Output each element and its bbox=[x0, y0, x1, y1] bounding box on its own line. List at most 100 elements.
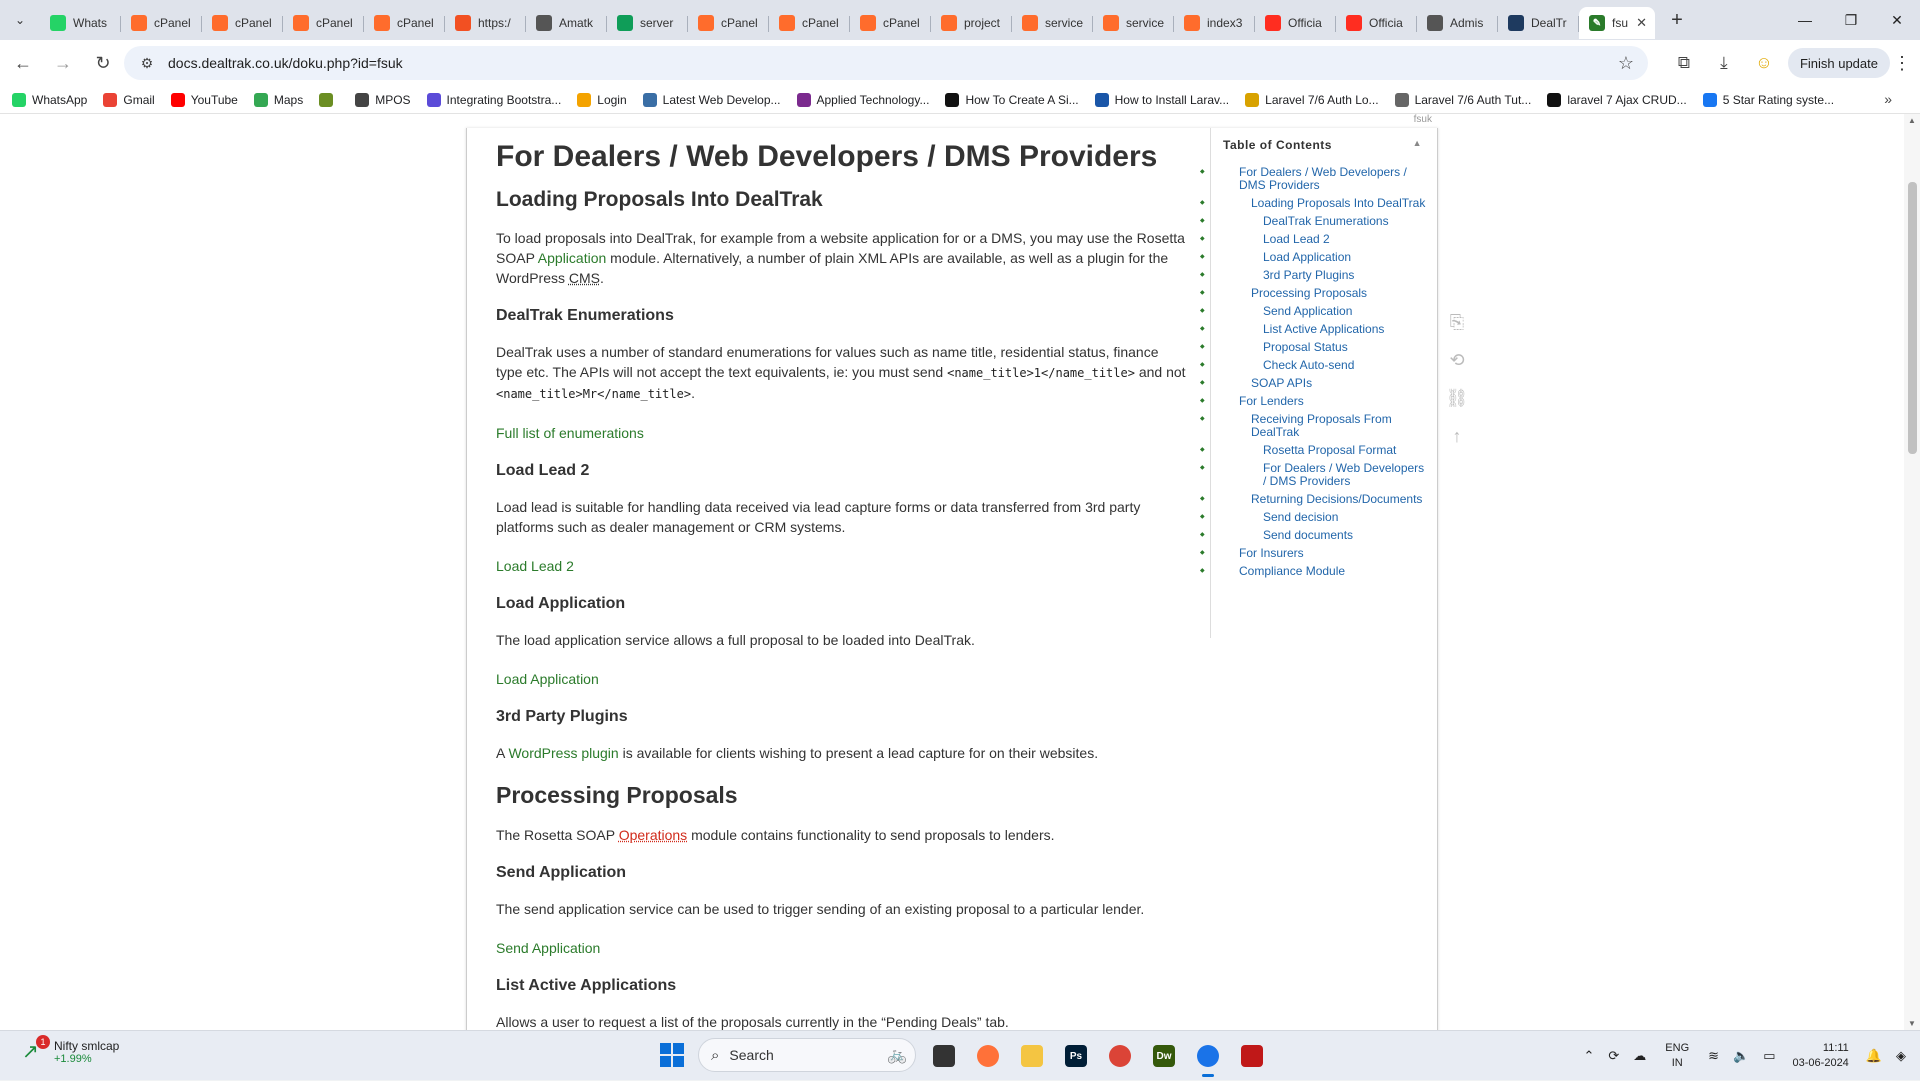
bookmark-item[interactable]: Laravel 7/6 Auth Tut... bbox=[1394, 92, 1531, 107]
minimize-button[interactable]: — bbox=[1782, 0, 1828, 40]
enumerations-link[interactable]: Full list of enumerations bbox=[496, 425, 644, 441]
market-widget[interactable]: ↗ 1 Nifty smlcap +1.99% bbox=[22, 1035, 119, 1065]
toc-item[interactable]: List Active Applications bbox=[1200, 323, 1438, 337]
bookmark-star-icon[interactable]: ☆ bbox=[1618, 53, 1634, 74]
browser-tab[interactable]: Officia bbox=[1255, 7, 1336, 39]
wordpress-plugin-link[interactable]: WordPress plugin bbox=[508, 745, 618, 761]
toc-item[interactable]: Send documents bbox=[1200, 529, 1438, 543]
scroll-up-arrow[interactable]: ▲ bbox=[1908, 116, 1916, 125]
bookmark-item[interactable]: WhatsApp bbox=[12, 92, 87, 107]
collapse-icon[interactable]: ▲ bbox=[1413, 138, 1422, 148]
browser-tab[interactable]: https:/ bbox=[445, 7, 526, 39]
reload-button[interactable]: ↻ bbox=[86, 46, 120, 80]
page-scrollbar[interactable]: ▲ ▼ bbox=[1904, 114, 1920, 1030]
toc-item[interactable]: SOAP APIs bbox=[1200, 377, 1438, 391]
copilot-icon[interactable]: ◈ bbox=[1896, 1048, 1906, 1064]
browser-tab[interactable]: service bbox=[1093, 7, 1174, 39]
bookmark-item[interactable]: How to Install Larav... bbox=[1094, 92, 1229, 107]
wifi-icon[interactable]: ≋ bbox=[1708, 1048, 1719, 1064]
load-lead-link[interactable]: Load Lead 2 bbox=[496, 558, 574, 574]
browser-tab[interactable]: DealTr bbox=[1498, 7, 1579, 39]
toc-item[interactable]: 3rd Party Plugins bbox=[1200, 269, 1438, 283]
toc-item[interactable]: Send Application bbox=[1200, 305, 1438, 319]
browser-tab[interactable]: service bbox=[1012, 7, 1093, 39]
toc-item[interactable]: For Insurers bbox=[1200, 547, 1438, 561]
browser-tab[interactable]: cPanel bbox=[688, 7, 769, 39]
tab-search-button[interactable]: ⌄ bbox=[6, 6, 34, 34]
site-info-icon[interactable]: ⚙ bbox=[134, 55, 160, 72]
finish-update-button[interactable]: Finish update bbox=[1787, 48, 1890, 78]
bookmark-item[interactable]: Gmail bbox=[103, 92, 155, 107]
notification-bell-icon[interactable]: 🔔 bbox=[1866, 1048, 1882, 1064]
browser-tab[interactable]: cPanel bbox=[283, 7, 364, 39]
windows-start-button[interactable] bbox=[660, 1043, 684, 1067]
toc-item[interactable]: Load Lead 2 bbox=[1200, 233, 1438, 247]
bookmark-item[interactable]: laravel 7 Ajax CRUD... bbox=[1547, 92, 1687, 107]
bookmark-item[interactable]: Applied Technology... bbox=[796, 92, 929, 107]
toc-item[interactable]: DealTrak Enumerations bbox=[1200, 215, 1438, 229]
more-bookmarks-icon[interactable]: » bbox=[1884, 91, 1892, 107]
load-application-link[interactable]: Load Application bbox=[496, 671, 599, 687]
browser-tab[interactable]: Whats bbox=[40, 7, 121, 39]
browser-tab[interactable]: Officia bbox=[1336, 7, 1417, 39]
close-window-button[interactable]: ✕ bbox=[1874, 0, 1920, 40]
taskbar-app[interactable] bbox=[1230, 1039, 1274, 1073]
application-link[interactable]: Application bbox=[538, 250, 607, 266]
bookmark-item[interactable] bbox=[319, 92, 339, 107]
toc-item[interactable]: For Dealers / Web Developers / DMS Provi… bbox=[1200, 166, 1438, 192]
taskbar-search[interactable]: ⌕ Search 🚲 bbox=[698, 1038, 916, 1072]
bookmark-item[interactable]: Maps bbox=[253, 92, 303, 107]
battery-icon[interactable]: ▭ bbox=[1763, 1048, 1775, 1064]
taskbar-app[interactable] bbox=[1010, 1039, 1054, 1073]
toc-item[interactable]: Proposal Status bbox=[1200, 341, 1438, 355]
toc-item[interactable]: For Dealers / Web Developers / DMS Provi… bbox=[1200, 462, 1438, 488]
toc-item[interactable]: Returning Decisions/Documents bbox=[1200, 493, 1438, 507]
extensions-icon[interactable]: ⧉ bbox=[1664, 53, 1704, 73]
bookmark-item[interactable]: How To Create A Si... bbox=[945, 92, 1079, 107]
tab-active[interactable]: ✎ fsu ✕ bbox=[1579, 7, 1655, 39]
taskbar-app[interactable]: Dw bbox=[1142, 1039, 1186, 1073]
operations-link[interactable]: Operations bbox=[619, 827, 687, 843]
volume-icon[interactable]: 🔈 bbox=[1733, 1048, 1749, 1064]
scroll-down-arrow[interactable]: ▼ bbox=[1908, 1019, 1916, 1028]
sync-icon[interactable]: ⟳ bbox=[1608, 1048, 1619, 1064]
profile-avatar[interactable]: ☺ bbox=[1744, 53, 1784, 73]
bookmark-item[interactable]: MPOS bbox=[355, 92, 411, 107]
download-icon[interactable]: ⤓ bbox=[1704, 53, 1744, 73]
toc-item[interactable]: Load Application bbox=[1200, 251, 1438, 265]
new-tab-button[interactable]: + bbox=[1661, 4, 1693, 36]
maximize-button[interactable]: ❐ bbox=[1828, 0, 1874, 40]
toc-item[interactable]: Compliance Module bbox=[1200, 565, 1438, 579]
browser-tab[interactable]: server bbox=[607, 7, 688, 39]
back-to-top-icon[interactable]: ↑ bbox=[1445, 426, 1469, 450]
language-indicator[interactable]: ENG IN bbox=[1665, 1041, 1689, 1071]
forward-button[interactable]: → bbox=[46, 46, 80, 80]
toc-item[interactable]: Receiving Proposals From DealTrak bbox=[1200, 413, 1438, 439]
browser-tab[interactable]: Admis bbox=[1417, 7, 1498, 39]
address-bar[interactable]: ⚙ docs.dealtrak.co.uk/doku.php?id=fsuk ☆ bbox=[124, 46, 1648, 80]
send-application-link[interactable]: Send Application bbox=[496, 940, 600, 956]
bookmark-item[interactable]: YouTube bbox=[170, 92, 238, 107]
bookmark-item[interactable]: 5 Star Rating syste... bbox=[1702, 92, 1834, 107]
browser-tab[interactable]: Amatk bbox=[526, 7, 607, 39]
menu-icon[interactable]: ⋮ bbox=[1890, 53, 1914, 74]
toc-item[interactable]: Loading Proposals Into DealTrak bbox=[1200, 197, 1438, 211]
browser-tab[interactable]: cPanel bbox=[202, 7, 283, 39]
taskbar-app[interactable] bbox=[1186, 1039, 1230, 1077]
url-text[interactable]: docs.dealtrak.co.uk/doku.php?id=fsuk bbox=[168, 55, 403, 71]
browser-tab[interactable]: cPanel bbox=[850, 7, 931, 39]
taskbar-app[interactable] bbox=[966, 1039, 1010, 1073]
toc-item[interactable]: Rosetta Proposal Format bbox=[1200, 444, 1438, 458]
cloud-icon[interactable]: ☁ bbox=[1633, 1048, 1646, 1064]
backlinks-icon[interactable]: ⛓ bbox=[1445, 388, 1469, 412]
taskbar-app[interactable] bbox=[1098, 1039, 1142, 1073]
toc-item[interactable]: For Lenders bbox=[1200, 395, 1438, 409]
clock[interactable]: 11:11 03-06-2024 bbox=[1793, 1041, 1849, 1071]
show-source-icon[interactable]: ⎘ bbox=[1445, 312, 1469, 336]
bookmark-item[interactable]: Integrating Bootstra... bbox=[426, 92, 561, 107]
bookmark-item[interactable]: Login bbox=[577, 92, 627, 107]
bookmark-item[interactable]: Latest Web Develop... bbox=[642, 92, 781, 107]
taskbar-app[interactable] bbox=[922, 1039, 966, 1073]
back-button[interactable]: ← bbox=[6, 46, 40, 80]
toc-heading[interactable]: Table of Contents ▲ bbox=[1211, 138, 1438, 152]
